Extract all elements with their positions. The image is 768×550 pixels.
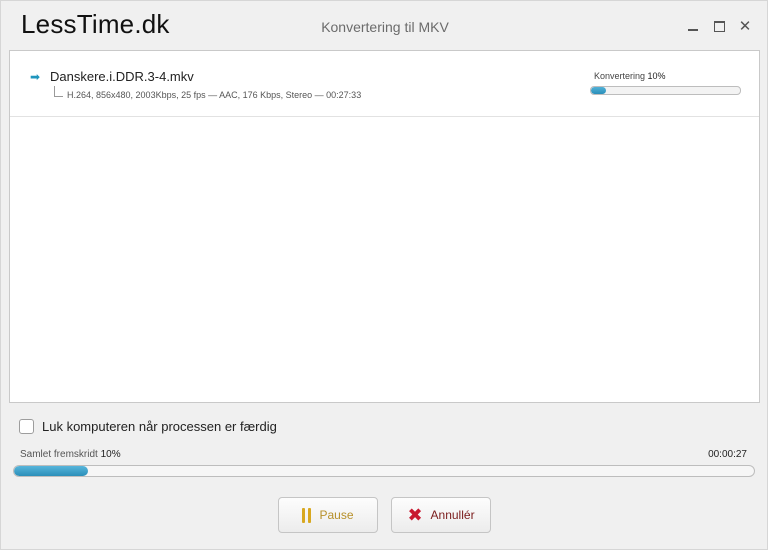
close-icon: ✕: [738, 17, 752, 35]
file-name: Danskere.i.DDR.3-4.mkv: [50, 69, 194, 84]
list-item[interactable]: ➡ Danskere.i.DDR.3-4.mkv H.264, 856x480,…: [10, 51, 759, 117]
total-progress-label-group: Samlet fremskridt 10%: [20, 449, 121, 460]
shutdown-option[interactable]: Luk komputeren når processen er færdig: [19, 419, 277, 434]
total-progress-fill: [14, 466, 88, 476]
maximize-button[interactable]: [713, 19, 725, 33]
file-progress-fill: [591, 87, 606, 94]
cancel-button-label: Annullér: [430, 508, 475, 522]
maximize-icon: [713, 20, 725, 32]
tree-connector: [54, 86, 63, 97]
close-button[interactable]: ✕: [738, 17, 752, 35]
arrow-right-icon: ➡: [30, 70, 41, 84]
file-list: ➡ Danskere.i.DDR.3-4.mkv H.264, 856x480,…: [9, 50, 760, 403]
conversion-percent: 10%: [647, 71, 666, 81]
minimize-icon: [688, 29, 698, 31]
total-progress-label: Samlet fremskridt: [20, 449, 98, 460]
file-progress-bar: [590, 86, 741, 95]
shutdown-checkbox[interactable]: [19, 419, 34, 434]
pause-icon: [302, 507, 312, 523]
window-title: Konvertering til MKV: [321, 19, 449, 35]
total-progress-percent: 10%: [100, 449, 121, 460]
minimize-button[interactable]: [687, 19, 699, 33]
file-metadata: H.264, 856x480, 2003Kbps, 25 fps — AAC, …: [67, 90, 362, 100]
converter-window: LessTime.dk Konvertering til MKV ✕ ➡ Dan…: [0, 0, 768, 550]
pause-button-label: Pause: [319, 508, 354, 522]
pause-button[interactable]: Pause: [278, 497, 378, 533]
x-icon: ✖: [407, 505, 423, 525]
conversion-status: Konvertering 10%: [594, 71, 666, 81]
window-controls: ✕: [687, 17, 752, 35]
cancel-button[interactable]: ✖ Annullér: [391, 497, 491, 533]
shutdown-label: Luk komputeren når processen er færdig: [42, 419, 277, 434]
total-progress-bar: [13, 465, 755, 477]
conversion-status-label: Konvertering: [594, 71, 646, 81]
elapsed-time: 00:00:27: [708, 449, 747, 460]
